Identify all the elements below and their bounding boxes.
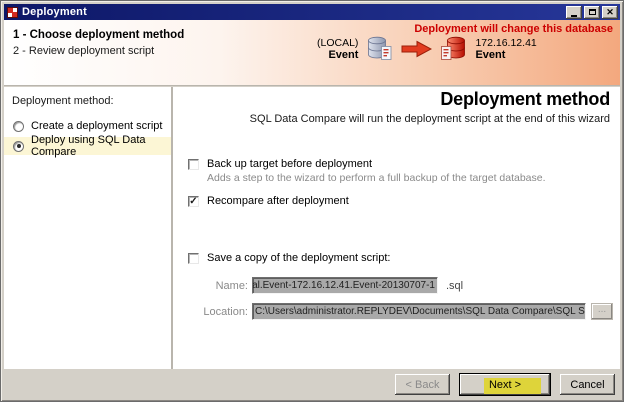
target-server: 172.16.12.41	[475, 36, 537, 49]
source-database-label: (LOCAL) Event	[317, 37, 358, 61]
maximize-icon	[588, 9, 596, 15]
cancel-button[interactable]: Cancel	[560, 374, 615, 395]
content-area: Deployment method: Create a deployment s…	[4, 87, 620, 369]
target-database: Event	[475, 48, 506, 61]
backup-target-checkbox-row[interactable]: Back up target before deployment	[188, 158, 372, 170]
source-server: (LOCAL)	[317, 36, 359, 49]
main-panel: Deployment method SQL Data Compare will …	[173, 87, 620, 369]
checkbox-label: Recompare after deployment	[207, 195, 349, 207]
location-label: Location:	[203, 305, 248, 318]
radio-label: Deploy using SQL Data Compare	[31, 134, 146, 158]
back-button: < Back	[395, 374, 450, 395]
radio-deploy-using-sql-data-compare[interactable]: Deploy using SQL Data Compare	[4, 134, 171, 158]
minimize-icon	[571, 14, 577, 17]
source-database: Event	[328, 48, 359, 61]
deployment-dialog: Deployment ✕ 1 - Choose deployment metho…	[0, 0, 624, 402]
script-name-row: Name: local.Event-172.16.12.41.Event-201…	[188, 277, 463, 294]
backup-description: Adds a step to the wizard to perform a f…	[207, 172, 546, 184]
recompare-checkbox-row[interactable]: ✓ Recompare after deployment	[188, 195, 349, 207]
deployment-warning: Deployment will change this database	[414, 23, 613, 35]
checkbox-unchecked-icon	[188, 159, 199, 170]
page-title: Deployment method	[440, 89, 610, 109]
script-name-field: local.Event-172.16.12.41.Event-20130707-…	[252, 277, 438, 294]
radio-icon	[13, 120, 24, 132]
target-database-label: 172.16.12.41 Event	[475, 37, 536, 61]
app-icon	[7, 6, 18, 18]
deploy-arrow-icon	[401, 40, 433, 57]
checkbox-label: Save a copy of the deployment script:	[207, 252, 391, 264]
window-title: Deployment	[22, 6, 87, 18]
script-location-field: C:\Users\administrator.REPLYDEV\Document…	[252, 303, 586, 320]
checkbox-unchecked-icon	[188, 253, 199, 264]
wizard-banner: 1 - Choose deployment method 2 - Review …	[4, 20, 620, 86]
name-label: Name:	[215, 279, 248, 292]
deployment-direction-graphic: (LOCAL) Event 172.16.12.41 Event	[317, 36, 537, 61]
radio-label: Create a deployment script	[31, 120, 163, 132]
sql-extension-label: .sql	[446, 279, 464, 292]
save-copy-checkbox-row[interactable]: Save a copy of the deployment script:	[188, 252, 390, 264]
radio-selected-icon	[13, 140, 24, 152]
wizard-footer: < Back Next > Cancel	[4, 369, 620, 400]
title-bar: Deployment ✕	[4, 4, 620, 20]
browse-button: ...	[591, 303, 613, 320]
checkbox-label: Back up target before deployment	[207, 158, 373, 170]
wizard-steps: 1 - Choose deployment method 2 - Review …	[13, 27, 184, 59]
maximize-button[interactable]	[584, 5, 600, 19]
target-database-icon	[441, 36, 466, 60]
deployment-method-panel: Deployment method: Create a deployment s…	[4, 87, 171, 369]
deployment-method-label: Deployment method:	[12, 95, 114, 107]
next-button[interactable]: Next >	[459, 373, 551, 396]
checkbox-checked-icon: ✓	[188, 196, 199, 207]
source-database-icon	[368, 36, 392, 60]
wizard-step-1: 1 - Choose deployment method	[13, 29, 185, 41]
minimize-button[interactable]	[566, 5, 582, 19]
page-subtitle: SQL Data Compare will run the deployment…	[249, 113, 610, 125]
close-button[interactable]: ✕	[602, 5, 618, 19]
wizard-step-2: 2 - Review deployment script	[13, 45, 155, 57]
script-location-row: Location: C:\Users\administrator.REPLYDE…	[188, 303, 613, 320]
radio-create-deployment-script[interactable]: Create a deployment script	[4, 117, 171, 135]
close-icon: ✕	[606, 6, 614, 17]
